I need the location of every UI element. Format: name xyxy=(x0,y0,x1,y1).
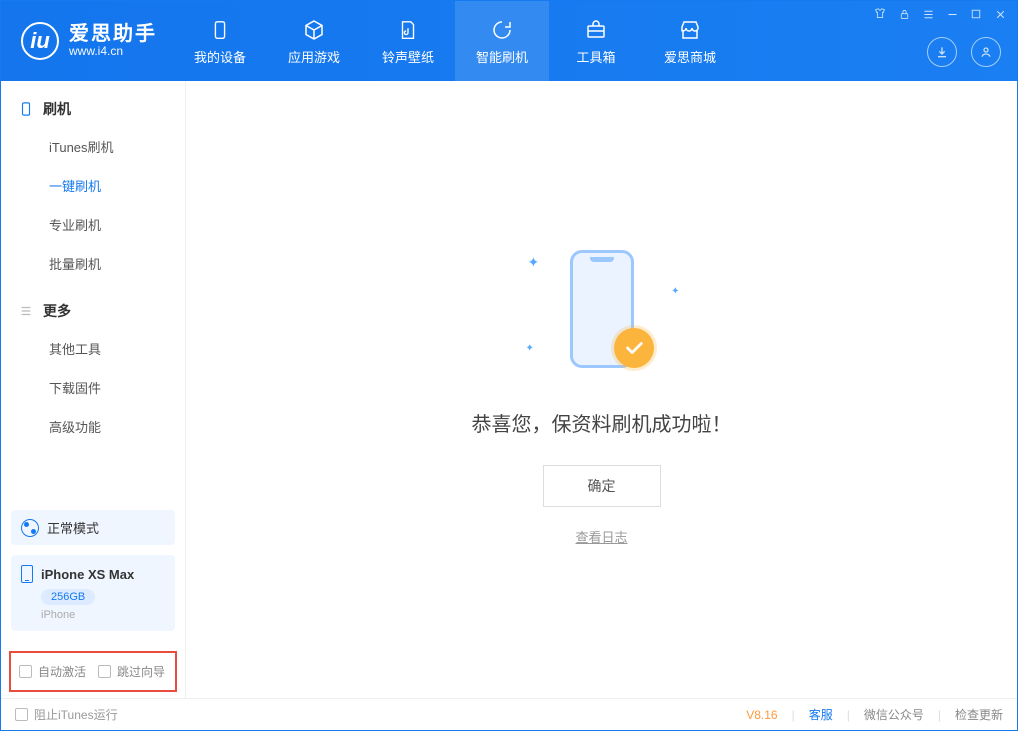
sparkle-icon: ✦ xyxy=(671,286,679,297)
tab-label: 我的设备 xyxy=(194,47,246,66)
tab-label: 智能刷机 xyxy=(476,47,528,66)
menu-icon[interactable] xyxy=(921,7,935,21)
sidebar-item-itunes-flash[interactable]: iTunes刷机 xyxy=(49,127,185,166)
device-icon xyxy=(19,102,33,116)
main-content: ✦ ✦ ✦ 恭喜您，保资料刷机成功啦！ 确定 查看日志 xyxy=(186,81,1017,698)
tshirt-icon[interactable] xyxy=(873,7,887,21)
app-window: iu 爱思助手 www.i4.cn 我的设备 应用游戏 铃声壁纸 智能刷机 xyxy=(0,0,1018,731)
version-label: V8.16 xyxy=(746,708,777,722)
list-icon xyxy=(19,304,33,318)
sidebar-item-other-tools[interactable]: 其他工具 xyxy=(49,329,185,368)
wechat-link[interactable]: 微信公众号 xyxy=(864,706,924,723)
sidebar-item-batch-flash[interactable]: 批量刷机 xyxy=(49,244,185,283)
sidebar: 刷机 iTunes刷机 一键刷机 专业刷机 批量刷机 更多 其他工具 下载固件 … xyxy=(1,81,186,698)
tab-label: 应用游戏 xyxy=(288,47,340,66)
sparkle-icon: ✦ xyxy=(526,343,534,354)
phone-icon xyxy=(207,17,233,43)
success-message: 恭喜您，保资料刷机成功啦！ xyxy=(472,408,732,437)
device-name: iPhone XS Max xyxy=(41,567,134,582)
checkbox-icon xyxy=(19,665,32,678)
device-mode[interactable]: 正常模式 xyxy=(11,510,175,545)
music-file-icon xyxy=(395,17,421,43)
tab-toolbox[interactable]: 工具箱 xyxy=(549,1,643,81)
sidebar-group-flash: 刷机 xyxy=(1,81,185,127)
tab-store[interactable]: 爱思商城 xyxy=(643,1,737,81)
tab-label: 铃声壁纸 xyxy=(382,47,434,66)
header: iu 爱思助手 www.i4.cn 我的设备 应用游戏 铃声壁纸 智能刷机 xyxy=(1,1,1017,81)
sidebar-item-one-click-flash[interactable]: 一键刷机 xyxy=(49,166,185,205)
user-button[interactable] xyxy=(971,37,1001,67)
tab-ringtones-wallpapers[interactable]: 铃声壁纸 xyxy=(361,1,455,81)
checkbox-icon xyxy=(98,665,111,678)
logo-icon: iu xyxy=(21,22,59,60)
support-link[interactable]: 客服 xyxy=(809,706,833,723)
check-badge-icon xyxy=(614,328,654,368)
checkbox-block-itunes[interactable]: 阻止iTunes运行 xyxy=(15,706,118,723)
minimize-button[interactable] xyxy=(945,7,959,21)
sidebar-item-download-firmware[interactable]: 下载固件 xyxy=(49,368,185,407)
confirm-button[interactable]: 确定 xyxy=(543,465,661,507)
sidebar-item-pro-flash[interactable]: 专业刷机 xyxy=(49,205,185,244)
close-button[interactable] xyxy=(993,7,1007,21)
checkbox-auto-activate[interactable]: 自动激活 xyxy=(19,663,86,680)
device-capacity: 256GB xyxy=(41,589,95,605)
success-illustration: ✦ ✦ ✦ xyxy=(522,234,682,384)
window-controls xyxy=(873,7,1007,21)
sparkle-icon: ✦ xyxy=(528,254,540,271)
cube-icon xyxy=(301,17,327,43)
toolbox-icon xyxy=(583,17,609,43)
refresh-shield-icon xyxy=(489,17,515,43)
check-update-link[interactable]: 检查更新 xyxy=(955,706,1003,723)
phone-icon xyxy=(21,565,33,583)
tab-my-device[interactable]: 我的设备 xyxy=(173,1,267,81)
maximize-button[interactable] xyxy=(969,7,983,21)
device-model: iPhone xyxy=(41,609,165,621)
tab-smart-flash[interactable]: 智能刷机 xyxy=(455,1,549,81)
lock-icon[interactable] xyxy=(897,7,911,21)
logo: iu 爱思助手 www.i4.cn xyxy=(1,22,173,60)
tab-apps-games[interactable]: 应用游戏 xyxy=(267,1,361,81)
highlighted-options: 自动激活 跳过向导 xyxy=(9,651,177,692)
tab-label: 爱思商城 xyxy=(664,47,716,66)
footer: 阻止iTunes运行 V8.16 | 客服 | 微信公众号 | 检查更新 xyxy=(1,698,1017,730)
header-actions xyxy=(927,37,1001,67)
app-domain: www.i4.cn xyxy=(69,45,157,58)
download-button[interactable] xyxy=(927,37,957,67)
checkbox-skip-guide[interactable]: 跳过向导 xyxy=(98,663,165,680)
store-icon xyxy=(677,17,703,43)
sidebar-group-more: 更多 xyxy=(1,283,185,329)
mode-icon xyxy=(21,519,39,537)
app-title: 爱思助手 xyxy=(69,23,157,45)
body: 刷机 iTunes刷机 一键刷机 专业刷机 批量刷机 更多 其他工具 下载固件 … xyxy=(1,81,1017,698)
device-card[interactable]: iPhone XS Max 256GB iPhone xyxy=(11,555,175,631)
tab-label: 工具箱 xyxy=(576,47,615,66)
view-log-link[interactable]: 查看日志 xyxy=(575,527,627,546)
mode-label: 正常模式 xyxy=(47,518,99,537)
checkbox-icon xyxy=(15,708,28,721)
nav-tabs: 我的设备 应用游戏 铃声壁纸 智能刷机 工具箱 爱思商城 xyxy=(173,1,737,81)
sidebar-item-advanced[interactable]: 高级功能 xyxy=(49,407,185,446)
